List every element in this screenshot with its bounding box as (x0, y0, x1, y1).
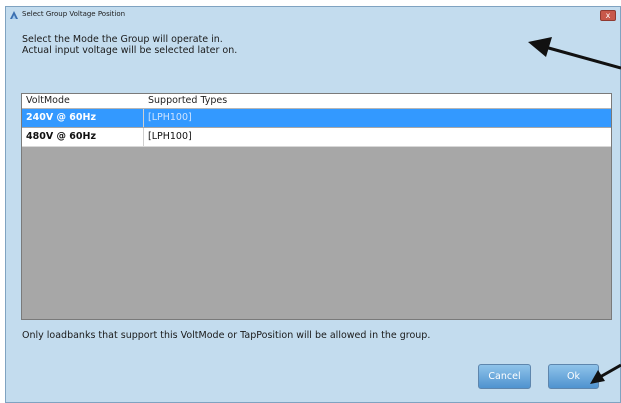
table-row[interactable]: 480V @ 60Hz [LPH100] (22, 128, 611, 147)
cancel-button[interactable]: Cancel (478, 364, 531, 389)
voltmode-cell: 480V @ 60Hz (26, 131, 96, 142)
app-icon (10, 11, 18, 19)
column-divider (143, 128, 144, 146)
footer-note: Only loadbanks that support this VoltMod… (22, 330, 431, 341)
instructions: Select the Mode the Group will operate i… (22, 34, 237, 56)
column-header-voltmode[interactable]: VoltMode (26, 95, 70, 106)
voltmode-cell: 240V @ 60Hz (26, 112, 96, 123)
window-title: Select Group Voltage Position (22, 10, 126, 18)
grid-header: VoltMode Supported Types (22, 94, 611, 109)
instruction-line-1: Select the Mode the Group will operate i… (22, 34, 223, 45)
voltmode-grid[interactable]: VoltMode Supported Types 240V @ 60Hz [LP… (21, 93, 612, 320)
table-row[interactable]: 240V @ 60Hz [LPH100] (22, 109, 611, 127)
column-header-supported-types[interactable]: Supported Types (148, 95, 227, 106)
supported-types-cell: [LPH100] (148, 131, 192, 142)
ok-button[interactable]: Ok (548, 364, 599, 389)
close-button[interactable]: x (600, 10, 616, 21)
dialog-window: Select Group Voltage Position x Select t… (5, 6, 621, 403)
close-icon: x (605, 11, 611, 20)
instruction-line-2: Actual input voltage will be selected la… (22, 45, 238, 56)
column-divider (143, 109, 144, 127)
title-bar[interactable]: Select Group Voltage Position x (6, 7, 620, 24)
supported-types-cell: [LPH100] (148, 112, 192, 123)
